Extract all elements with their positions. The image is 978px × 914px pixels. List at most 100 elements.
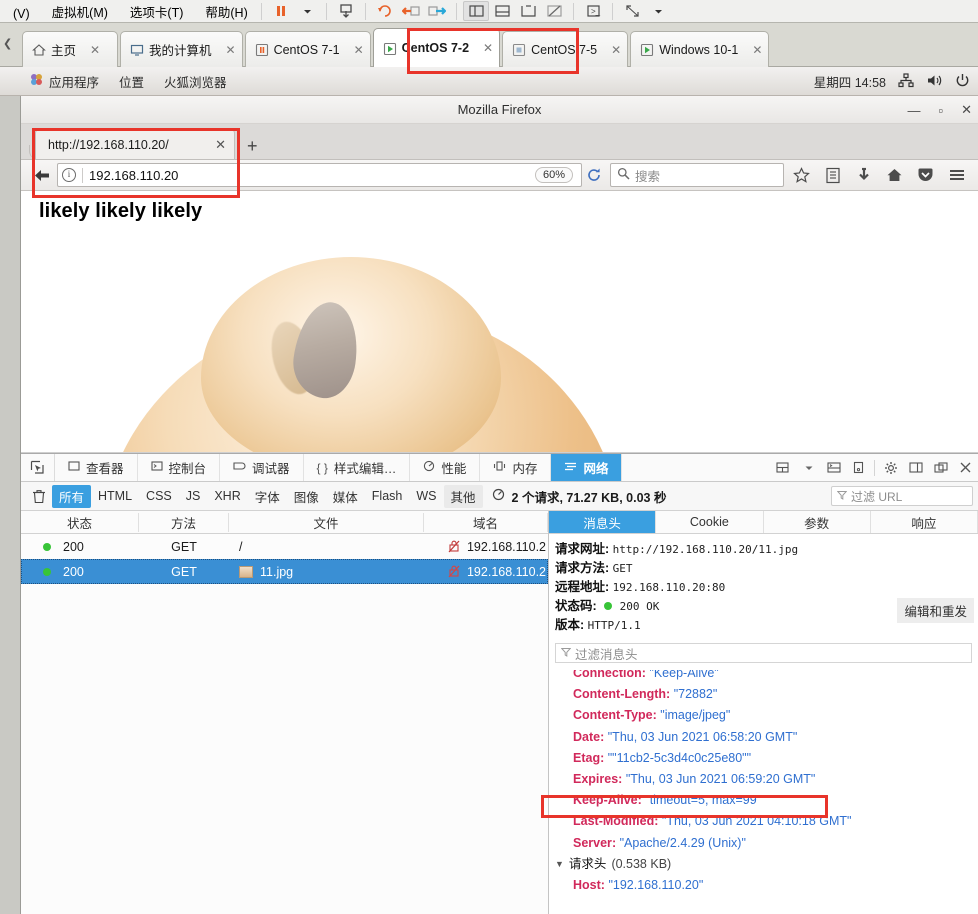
pocket-icon[interactable] bbox=[910, 162, 941, 188]
clear-requests-icon[interactable] bbox=[26, 489, 52, 504]
url-bar[interactable]: i 192.168.110.20 60% bbox=[57, 163, 582, 187]
responsive-mode-icon[interactable] bbox=[846, 454, 871, 482]
header-row-content-length[interactable]: Content-Length: "72882" bbox=[555, 684, 978, 705]
fullscreen-icon[interactable] bbox=[619, 1, 645, 21]
header-row-last-modified[interactable]: Last-Modified: "Thu, 03 Jun 2021 04:10:1… bbox=[555, 811, 978, 832]
filter-js[interactable]: JS bbox=[179, 487, 208, 505]
gnome-clock[interactable]: 星期四 14:58 bbox=[814, 72, 886, 91]
url-text[interactable]: 192.168.110.20 bbox=[89, 168, 529, 183]
header-row-content-type[interactable]: Content-Type: "image/jpeg" bbox=[555, 705, 978, 726]
menu-item-0[interactable]: (V) bbox=[2, 7, 41, 22]
firefox-tab-active[interactable]: http://192.168.110.20/ ✕ bbox=[35, 129, 235, 159]
firefox-toolbar-icons[interactable] bbox=[786, 162, 972, 188]
gnome-applications-menu[interactable]: 应用程序 bbox=[20, 72, 109, 91]
menu-item-tabs[interactable]: 选项卡(T) bbox=[119, 2, 194, 22]
vmtab-close-icon[interactable]: ✕ bbox=[226, 43, 236, 57]
fullscreen-dropdown-icon[interactable] bbox=[645, 1, 671, 21]
column-header-file[interactable]: 文件 bbox=[229, 512, 424, 532]
header-row-host[interactable]: Host: "192.168.110.20" bbox=[555, 875, 978, 896]
back-button[interactable] bbox=[27, 163, 57, 187]
split-console-icon[interactable] bbox=[821, 454, 846, 482]
firefox-tab-strip[interactable]: http://192.168.110.20/ ✕ + bbox=[21, 124, 978, 160]
maximize-button[interactable]: ▫ bbox=[938, 103, 943, 118]
gnome-top-panel[interactable]: 应用程序 位置 火狐浏览器 星期四 14:58 bbox=[0, 67, 978, 96]
element-picker-icon[interactable] bbox=[21, 454, 55, 481]
vmtab-close-icon[interactable]: ✕ bbox=[354, 43, 364, 57]
menu-hamburger-icon[interactable] bbox=[941, 162, 972, 188]
filter-css[interactable]: CSS bbox=[139, 487, 179, 505]
tab-performance[interactable]: 性能 bbox=[410, 454, 481, 481]
tab-console[interactable]: 控制台 bbox=[138, 454, 221, 481]
filter-flash[interactable]: Flash bbox=[365, 487, 410, 505]
network-filter-bar[interactable]: 所有 HTML CSS JS XHR 字体 图像 媒体 Flash WS 其他 … bbox=[21, 482, 978, 511]
tab-scroll-left-icon[interactable]: ❮ bbox=[3, 37, 12, 50]
filter-font[interactable]: 字体 bbox=[248, 485, 287, 508]
minimize-button[interactable]: — bbox=[907, 103, 920, 118]
vmware-tab-strip[interactable]: ❮ 主页 ✕ 我的计算机 ✕ CentOS 7-1 ✕ CentOS 7-2 ✕… bbox=[0, 22, 978, 67]
close-button[interactable]: ✕ bbox=[961, 102, 972, 118]
header-row-etag[interactable]: Etag: ""11cb2-5c3d4c0c25e80"" bbox=[555, 748, 978, 769]
tab-memory[interactable]: 内存 bbox=[480, 454, 552, 481]
header-row-server[interactable]: Server: "Apache/2.4.29 (Unix)" bbox=[555, 833, 978, 854]
tab-network[interactable]: 网络 bbox=[551, 454, 623, 481]
show-library-icon[interactable] bbox=[463, 1, 489, 21]
layout-icon[interactable] bbox=[771, 454, 796, 482]
revert-snapshot-icon[interactable] bbox=[372, 1, 398, 21]
pause-vm-icon[interactable] bbox=[268, 1, 294, 21]
snapshot-back-icon[interactable] bbox=[398, 1, 424, 21]
headers-filter-input[interactable]: 过滤消息头 bbox=[555, 643, 972, 663]
vmtab-centos-7-1[interactable]: CentOS 7-1 ✕ bbox=[244, 31, 371, 67]
devtools-tab-bar[interactable]: 查看器 控制台 调试器 { } 样式编辑… 性能 内存 网络 bbox=[21, 454, 978, 482]
triangle-down-icon[interactable]: ▼ bbox=[555, 854, 564, 875]
vmtab-close-icon[interactable]: ✕ bbox=[483, 41, 493, 55]
tab-inspector[interactable]: 查看器 bbox=[55, 454, 138, 481]
column-header-status[interactable]: 状态 bbox=[21, 512, 139, 532]
vmtab-close-icon[interactable]: ✕ bbox=[90, 43, 100, 57]
vmtab-my-computer[interactable]: 我的计算机 ✕ bbox=[120, 31, 243, 67]
edit-and-resend-button[interactable]: 编辑和重发 bbox=[897, 598, 974, 623]
url-filter-input[interactable]: 过滤 URL bbox=[831, 486, 973, 506]
filter-html[interactable]: HTML bbox=[91, 487, 139, 505]
library-icon[interactable] bbox=[817, 162, 848, 188]
vmtab-close-icon[interactable]: ✕ bbox=[611, 43, 621, 57]
vmtab-centos-7-2[interactable]: CentOS 7-2 ✕ bbox=[372, 28, 501, 67]
vmtab-windows-10-1[interactable]: Windows 10-1 ✕ bbox=[630, 31, 770, 67]
devtools-tool-icons[interactable] bbox=[771, 454, 978, 481]
bookmark-star-icon[interactable] bbox=[786, 162, 817, 188]
header-row-date[interactable]: Date: "Thu, 03 Jun 2021 06:58:20 GMT" bbox=[555, 727, 978, 748]
headers-list[interactable]: Connection: "Keep-Alive" Content-Length:… bbox=[549, 663, 978, 914]
search-box[interactable]: 搜索 bbox=[610, 163, 784, 187]
filter-media[interactable]: 媒体 bbox=[326, 485, 365, 508]
chevron-down-icon[interactable] bbox=[796, 454, 821, 482]
tab-params[interactable]: 参数 bbox=[764, 511, 871, 533]
unity-mode-icon[interactable]: >_ bbox=[580, 1, 606, 21]
menu-item-virtual-machine[interactable]: 虚拟机(M) bbox=[41, 2, 119, 22]
volume-icon[interactable] bbox=[926, 73, 943, 91]
tab-debugger[interactable]: 调试器 bbox=[220, 454, 304, 481]
download-icon[interactable] bbox=[848, 162, 879, 188]
vmtab-centos-7-5[interactable]: CentOS 7-5 ✕ bbox=[502, 31, 629, 67]
filter-all[interactable]: 所有 bbox=[52, 484, 92, 508]
pause-dropdown-icon[interactable] bbox=[294, 1, 320, 21]
table-row[interactable]: 200 GET / 192.168.110.2 bbox=[21, 534, 548, 559]
network-table-header[interactable]: 状态 方法 文件 域名 bbox=[21, 511, 548, 534]
network-request-list[interactable]: 状态 方法 文件 域名 200 GET / 192.168.110.2 200 … bbox=[21, 511, 549, 914]
close-icon[interactable] bbox=[953, 454, 978, 482]
tab-headers[interactable]: 消息头 bbox=[549, 511, 657, 533]
gnome-tray[interactable]: 星期四 14:58 bbox=[814, 67, 970, 96]
tab-cookies[interactable]: Cookie bbox=[656, 511, 764, 533]
header-row-keep-alive[interactable]: Keep-Alive: "timeout=5, max=99" bbox=[555, 790, 978, 811]
tab-style-editor[interactable]: { } 样式编辑… bbox=[304, 454, 411, 481]
new-tab-button[interactable]: + bbox=[235, 137, 270, 159]
firefox-tab-close-icon[interactable]: ✕ bbox=[215, 137, 226, 153]
request-headers-group[interactable]: ▼ 请求头 (0.538 KB) bbox=[555, 854, 978, 875]
gnome-window-firefox[interactable]: 火狐浏览器 bbox=[154, 72, 237, 91]
filter-image[interactable]: 图像 bbox=[287, 485, 326, 508]
snapshot-forward-icon[interactable] bbox=[424, 1, 450, 21]
window-buttons[interactable]: — ▫ ✕ bbox=[907, 96, 972, 124]
filter-ws[interactable]: WS bbox=[409, 487, 443, 505]
gear-icon[interactable] bbox=[878, 454, 903, 482]
page-info-icon[interactable]: i bbox=[62, 168, 76, 182]
details-tab-bar[interactable]: 消息头 Cookie 参数 响应 bbox=[549, 511, 978, 534]
filter-other[interactable]: 其他 bbox=[443, 484, 483, 508]
